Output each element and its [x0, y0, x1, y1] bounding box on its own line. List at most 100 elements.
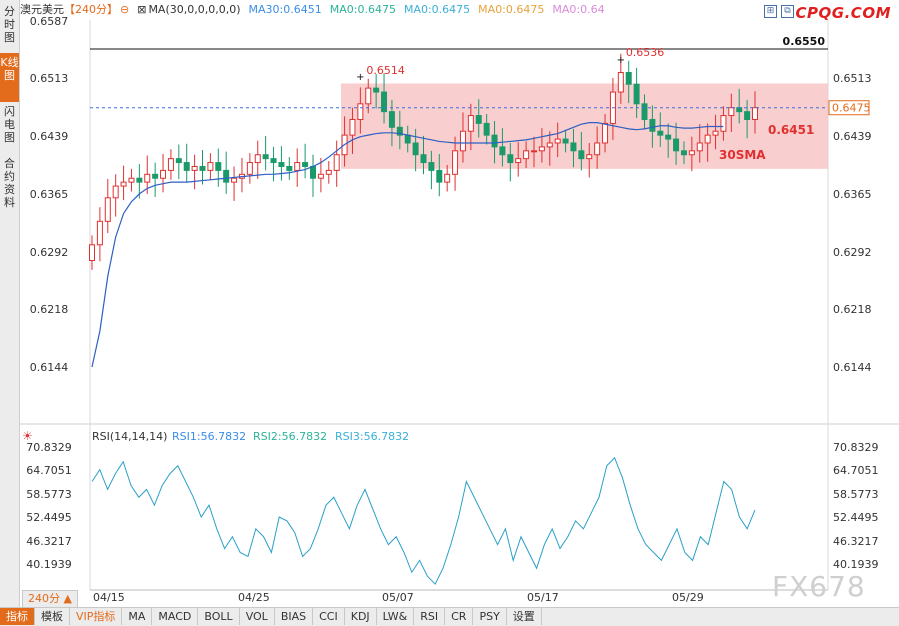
x-tick: 05/07: [382, 591, 414, 604]
candle-body: [310, 165, 316, 179]
rsi-tick-right: 70.8329: [833, 441, 879, 454]
candle-body: [712, 130, 719, 136]
candle-body: [728, 107, 735, 117]
candle-body: [428, 162, 435, 171]
candle-body: [199, 165, 206, 171]
rsi-tick-left: 52.4495: [26, 511, 72, 524]
candle-body: [357, 103, 364, 120]
tab-vol[interactable]: VOL: [240, 608, 275, 625]
rsi-value-1: RSI1:56.7832: [172, 430, 246, 443]
x-tick: 04/25: [238, 591, 270, 604]
tab-rsi[interactable]: RSI: [414, 608, 446, 625]
y-tick-left: 0.6513: [30, 72, 69, 85]
y-tick-right: 0.6365: [833, 188, 872, 201]
candle-body: [381, 91, 388, 113]
rsi-title: RSI(14,14,14): [92, 430, 167, 443]
candle-body: [325, 169, 332, 175]
candle-body: [373, 87, 380, 93]
candle-body: [586, 154, 593, 160]
y-tick-left: 0.6144: [30, 361, 69, 374]
candle-body: [633, 83, 640, 105]
y-tick-left: 0.6365: [30, 188, 69, 201]
candle-body: [554, 138, 561, 144]
candle-body: [152, 173, 159, 179]
candle-body: [452, 150, 459, 175]
y-tick-right: 0.6439: [833, 130, 872, 143]
candle-body: [207, 162, 214, 171]
candle-body: [704, 134, 711, 144]
period-selector[interactable]: 240分 ▲: [22, 590, 78, 608]
current-price-text: 0.6475: [832, 102, 871, 115]
candle-body: [752, 107, 758, 120]
candle-body: [278, 162, 285, 167]
candle-body: [104, 197, 111, 222]
candle-body: [254, 154, 261, 164]
candle-body: [444, 173, 451, 183]
candle-body: [96, 220, 103, 246]
candle-body: [744, 111, 751, 120]
candle-body: [570, 142, 577, 152]
candle-body: [562, 138, 569, 144]
x-tick: 04/15: [93, 591, 125, 604]
candle-body: [404, 134, 411, 144]
rsi-line: [91, 456, 756, 585]
rsi-tick-left: 64.7051: [26, 464, 72, 477]
candle-body: [531, 150, 537, 153]
candle-body: [657, 130, 664, 136]
tab-psy[interactable]: PSY: [473, 608, 507, 625]
watermark: FX678: [772, 570, 866, 603]
rsi-tick-left: 70.8329: [26, 441, 72, 454]
high-label-1: 0.6514: [366, 64, 405, 77]
tab-ma[interactable]: MA: [122, 608, 153, 625]
candle-body: [459, 130, 466, 152]
y-tick-left: 0.6292: [30, 246, 69, 259]
candle-body: [160, 169, 167, 179]
rsi-tick-right: 46.3217: [833, 535, 879, 548]
tab-cr[interactable]: CR: [445, 608, 474, 625]
candle-body: [665, 134, 672, 140]
chart-canvas[interactable]: 0.6550 0.6475 + 0.6514 + 0.6536 0.6451 3…: [0, 0, 899, 607]
candle-body: [317, 173, 324, 179]
tab-indicators[interactable]: 指标: [0, 608, 35, 625]
candle-body: [420, 154, 427, 164]
high-marker-1: +: [356, 72, 364, 83]
y-tick-right: 0.6144: [833, 361, 872, 374]
candle-body: [412, 142, 419, 156]
tab-bias[interactable]: BIAS: [275, 608, 314, 625]
candle-body: [223, 169, 230, 183]
candle-body: [183, 162, 190, 171]
candle-body: [696, 142, 703, 152]
candle-body: [270, 158, 277, 164]
candle-body: [286, 165, 293, 171]
tab-boll[interactable]: BOLL: [198, 608, 240, 625]
high-marker-2: +: [617, 55, 625, 66]
rsi-value-2: RSI2:56.7832: [253, 430, 327, 443]
candle-body: [688, 150, 695, 156]
candle-body: [175, 158, 182, 164]
rsi-tick-left: 40.1939: [26, 558, 72, 571]
candle-body: [436, 169, 443, 183]
tab-cci[interactable]: CCI: [313, 608, 345, 625]
candle-body: [546, 142, 553, 148]
indicator-toolbar: 指标 模板 VIP指标 MA MACD BOLL VOL BIAS CCI KDJ LW& RSI CR…: [0, 607, 899, 626]
candle-body: [736, 107, 743, 113]
tab-vip-indicators[interactable]: VIP指标: [70, 608, 123, 625]
candle-body: [333, 154, 340, 171]
candle-body: [262, 154, 269, 160]
candle-body: [680, 150, 687, 156]
candle-body: [594, 142, 601, 156]
tab-templates[interactable]: 模板: [35, 608, 70, 625]
tab-settings[interactable]: 设置: [507, 608, 542, 625]
candle-body: [641, 103, 648, 120]
tab-kdj[interactable]: KDJ: [345, 608, 377, 625]
candle-body: [507, 154, 514, 164]
tab-macd[interactable]: MACD: [152, 608, 199, 625]
candle-body: [191, 165, 198, 171]
candle-body: [144, 173, 151, 183]
rsi-tick-right: 64.7051: [833, 464, 879, 477]
candle-body: [649, 118, 656, 132]
tab-lw[interactable]: LW&: [377, 608, 415, 625]
candle-body: [294, 162, 301, 171]
candle-body: [483, 122, 490, 136]
candle-body: [602, 122, 609, 144]
